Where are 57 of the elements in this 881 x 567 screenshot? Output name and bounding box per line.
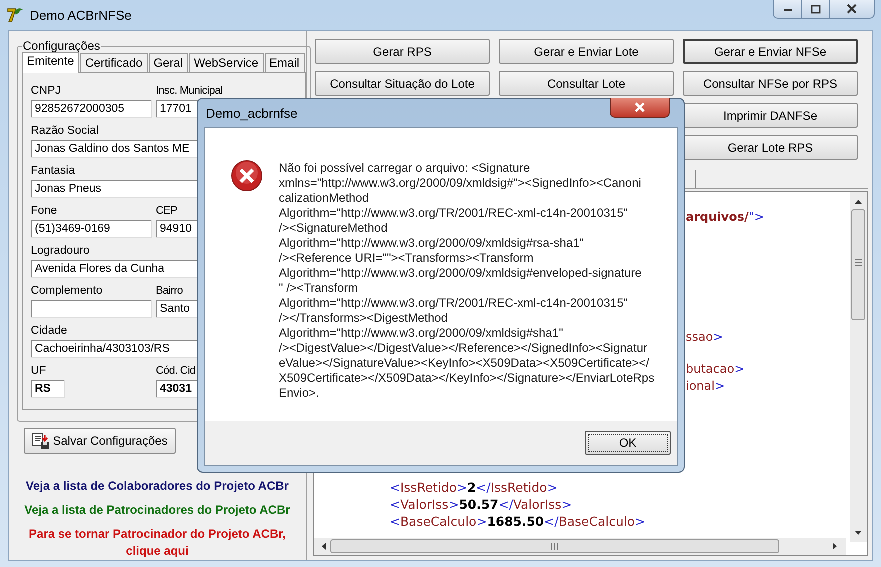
save-icon [32,432,50,450]
field-label: Cód. Cid [156,364,196,379]
close-button[interactable] [830,0,875,19]
field-label: Fone [31,204,58,219]
project-link[interactable]: Para se tornar Patrocinador do Projeto ACBr, clique aqui [22,526,292,560]
error-icon [231,160,263,192]
input-field[interactable]: (51)3469-0169 [31,220,152,238]
maximize-button[interactable] [802,0,830,19]
xml-line: butacao> [686,361,745,378]
field-label: Razão Social [31,124,99,139]
tab[interactable]: Certificado [80,53,148,72]
maximize-icon [810,4,820,14]
input-field[interactable]: RS [31,380,65,398]
action-button[interactable]: Consultar NFSe por RPS [683,71,858,96]
field-label: Cidade [31,324,68,339]
field-label: Insc. Municipal [156,84,223,99]
save-button[interactable]: Salvar Configurações [24,428,176,454]
dialog-title: Demo_acbrnfse [205,106,298,120]
close-button[interactable] [610,98,670,118]
action-button[interactable]: Consultar Situação do Lote [315,71,490,96]
tab[interactable]: Emitente [22,52,80,73]
ok-button[interactable]: OK [585,431,671,455]
project-link[interactable]: Veja a lista de Colaboradores do Projeto ACBr [22,478,292,495]
action-button[interactable]: Gerar RPS [315,39,490,64]
field-label: Fantasia [31,164,76,179]
group-title: Configurações [22,39,102,53]
field-label: UF [31,364,46,379]
window-title: Demo ACBrNFSe [30,8,132,22]
action-button[interactable]: Imprimir DANFSe [683,103,858,128]
input-field[interactable]: 92852672000305 [31,100,152,118]
app-icon [6,6,24,24]
xml-line: arquivos/"> [686,209,764,226]
tab[interactable]: Geral [148,53,188,72]
field-label: Bairro [156,284,183,299]
close-icon [633,102,647,113]
tab[interactable]: WebService [189,53,264,72]
action-button[interactable]: Consultar Lote [499,71,674,96]
action-button[interactable]: Gerar Lote RPS [683,135,858,160]
close-icon [846,4,858,14]
xml-line: <BaseCalculo>1685.50</BaseCalculo> [389,514,647,530]
project-link[interactable]: Veja a lista de Patrocinadores do Projeto ACBr [22,502,292,519]
action-button[interactable]: Gerar e Enviar Lote [499,39,674,64]
minimize-icon [782,6,792,12]
tab[interactable]: Email [264,53,305,72]
xml-line: <IssRetido>2</IssRetido> [389,480,559,497]
field-label: Logradouro [31,244,90,259]
vertical-scrollbar[interactable] [850,192,867,542]
field-label: CEP [156,204,178,219]
xml-line: <ValorIss>50.57</ValorIss> [389,496,574,514]
action-button[interactable]: Gerar e Enviar NFSe [683,39,858,64]
minimize-button[interactable] [773,0,802,19]
field-label: Complemento [31,284,103,299]
xml-line: ssao> [686,328,724,346]
xml-line: ional> [686,378,726,394]
horizontal-scrollbar[interactable] [314,538,846,555]
field-label: CNPJ [31,84,62,99]
input-field[interactable] [31,300,152,318]
